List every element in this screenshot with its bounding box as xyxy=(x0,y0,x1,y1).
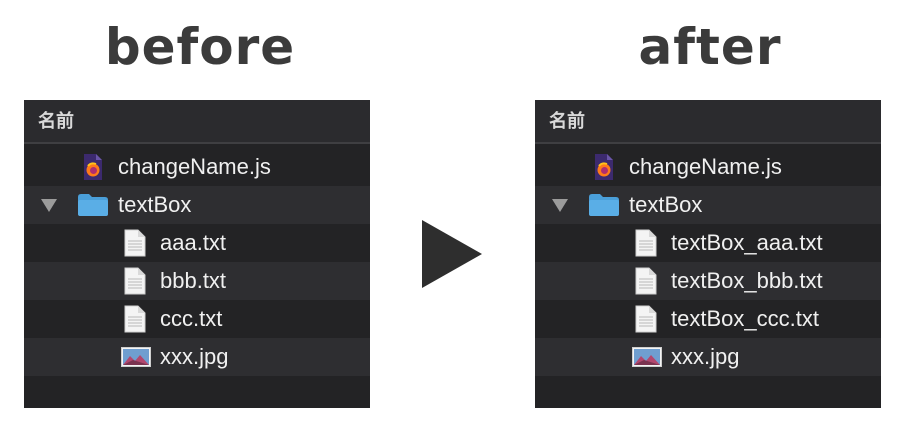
file-name-label: aaa.txt xyxy=(160,230,227,255)
text-file-icon xyxy=(635,229,657,257)
finder-list-after: 名前 changeName.js textBox textBox_aaa.txt xyxy=(535,100,881,408)
firefox-js-file-icon xyxy=(84,154,102,180)
file-name-label: xxx.jpg xyxy=(671,344,740,369)
text-file-icon xyxy=(635,267,657,295)
file-row-txt[interactable]: textBox_bbb.txt xyxy=(535,262,881,300)
file-name-label: textBox_ccc.txt xyxy=(671,306,819,331)
file-row-txt[interactable]: textBox_aaa.txt xyxy=(535,224,881,262)
file-row-txt[interactable]: bbb.txt xyxy=(24,262,370,300)
firefox-js-file-icon xyxy=(595,154,613,180)
file-row-js[interactable]: changeName.js xyxy=(24,148,370,186)
folder-icon xyxy=(589,194,619,216)
text-file-icon xyxy=(124,305,146,333)
text-file-icon xyxy=(124,267,146,295)
image-file-icon xyxy=(121,347,151,367)
file-row-image[interactable]: xxx.jpg xyxy=(535,338,881,376)
finder-list-before: 名前 changeName.js textBox aaa.txt bbb.txt… xyxy=(24,100,370,408)
image-file-icon xyxy=(632,347,662,367)
folder-name-label: textBox xyxy=(118,192,192,217)
disclosure-triangle-icon[interactable] xyxy=(552,199,568,212)
file-name-label: ccc.txt xyxy=(160,306,223,331)
folder-row-textbox[interactable]: textBox xyxy=(24,186,370,224)
folder-name-label: textBox xyxy=(629,192,703,217)
text-file-icon xyxy=(124,229,146,257)
file-name-label: textBox_aaa.txt xyxy=(671,230,823,255)
before-title: before xyxy=(104,18,296,76)
disclosure-triangle-icon[interactable] xyxy=(41,199,57,212)
file-row-image[interactable]: xxx.jpg xyxy=(24,338,370,376)
file-row-txt[interactable]: aaa.txt xyxy=(24,224,370,262)
file-name-label: changeName.js xyxy=(629,154,782,179)
file-name-label: changeName.js xyxy=(118,154,271,179)
play-arrow-icon xyxy=(422,220,482,288)
text-file-icon xyxy=(635,305,657,333)
file-name-label: textBox_bbb.txt xyxy=(671,268,823,293)
file-name-label: xxx.jpg xyxy=(160,344,229,369)
folder-icon xyxy=(78,194,108,216)
file-name-label: bbb.txt xyxy=(160,268,227,293)
name-column-header[interactable]: 名前 xyxy=(535,100,881,144)
after-title: after xyxy=(638,18,782,76)
file-row-js[interactable]: changeName.js xyxy=(535,148,881,186)
folder-row-textbox[interactable]: textBox xyxy=(535,186,881,224)
name-column-header[interactable]: 名前 xyxy=(24,100,370,144)
file-row-txt[interactable]: ccc.txt xyxy=(24,300,370,338)
file-row-txt[interactable]: textBox_ccc.txt xyxy=(535,300,881,338)
